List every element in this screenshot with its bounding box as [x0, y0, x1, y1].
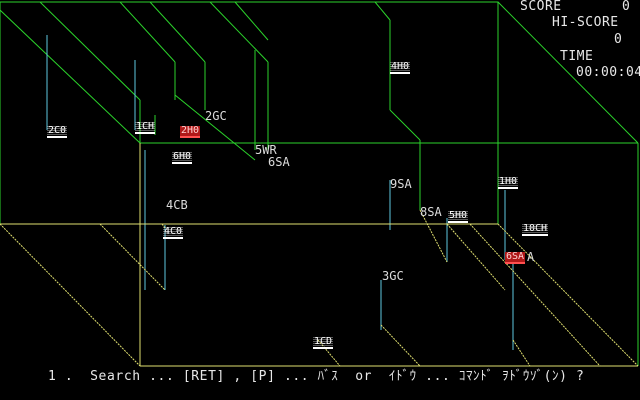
diag-3: [119, 1, 176, 63]
shelf-label: 2GC: [205, 109, 227, 123]
floor-diag-5: [380, 324, 421, 367]
box-tag[interactable]: 1H0: [498, 177, 519, 189]
box-tag[interactable]: 4H0: [390, 62, 411, 74]
shelf-label: 3GC: [382, 269, 404, 283]
floor-diag-9: [497, 223, 639, 367]
box-tag[interactable]: 2C0: [47, 126, 68, 138]
hiscore-label: HI-SCORE: [552, 15, 619, 30]
box-tag[interactable]: 10CH: [522, 224, 549, 236]
diag-6: [234, 1, 269, 41]
diag-1: [0, 9, 141, 144]
diag-4: [149, 1, 206, 63]
cyan-posts: [46, 35, 514, 350]
floor-diag-8: [469, 223, 601, 367]
shelf-label: 6SA: [268, 155, 290, 169]
floor-diag-7: [446, 223, 506, 291]
time-label: TIME: [560, 49, 594, 64]
hiscore-value: 0: [614, 32, 623, 47]
shelf-label: 4CB: [166, 198, 188, 212]
command-prompt: 1 . Search ... [RET] , [P] ... ﾊﾞｽ or ｲﾄ…: [48, 369, 585, 384]
green-frame: [0, 1, 639, 366]
box-tag[interactable]: 4C0: [163, 227, 184, 239]
back-wall: [0, 1, 499, 225]
box-tag[interactable]: 1CD: [313, 337, 334, 349]
score-label: SCORE: [520, 0, 562, 14]
box-tag-selected[interactable]: 2H0: [180, 126, 201, 138]
diag-7: [374, 1, 391, 21]
floor-diag-2: [99, 223, 166, 291]
score-value: 0: [622, 0, 631, 14]
shelf-label: A: [527, 250, 535, 264]
floor-diag-10: [512, 339, 531, 367]
floor-diag-left: [0, 223, 141, 367]
box-tag[interactable]: 1CH: [135, 122, 156, 134]
time-value: 00:00:04: [576, 65, 640, 80]
diag-9: [389, 109, 421, 141]
shelf-label: 9SA: [390, 177, 412, 191]
game-screen: SCORE 0 HI-SCORE 0 TIME 00:00:04 2GC 5WR…: [0, 0, 640, 400]
box-tag[interactable]: 6H0: [172, 152, 193, 164]
shelf-label: 8SA: [420, 205, 442, 219]
box-tag-selected[interactable]: 6SA: [505, 252, 526, 264]
diag-2: [39, 1, 141, 101]
box-tag[interactable]: 5H0: [448, 211, 469, 223]
yellow-frame: [0, 143, 639, 367]
diag-5: [209, 1, 269, 63]
